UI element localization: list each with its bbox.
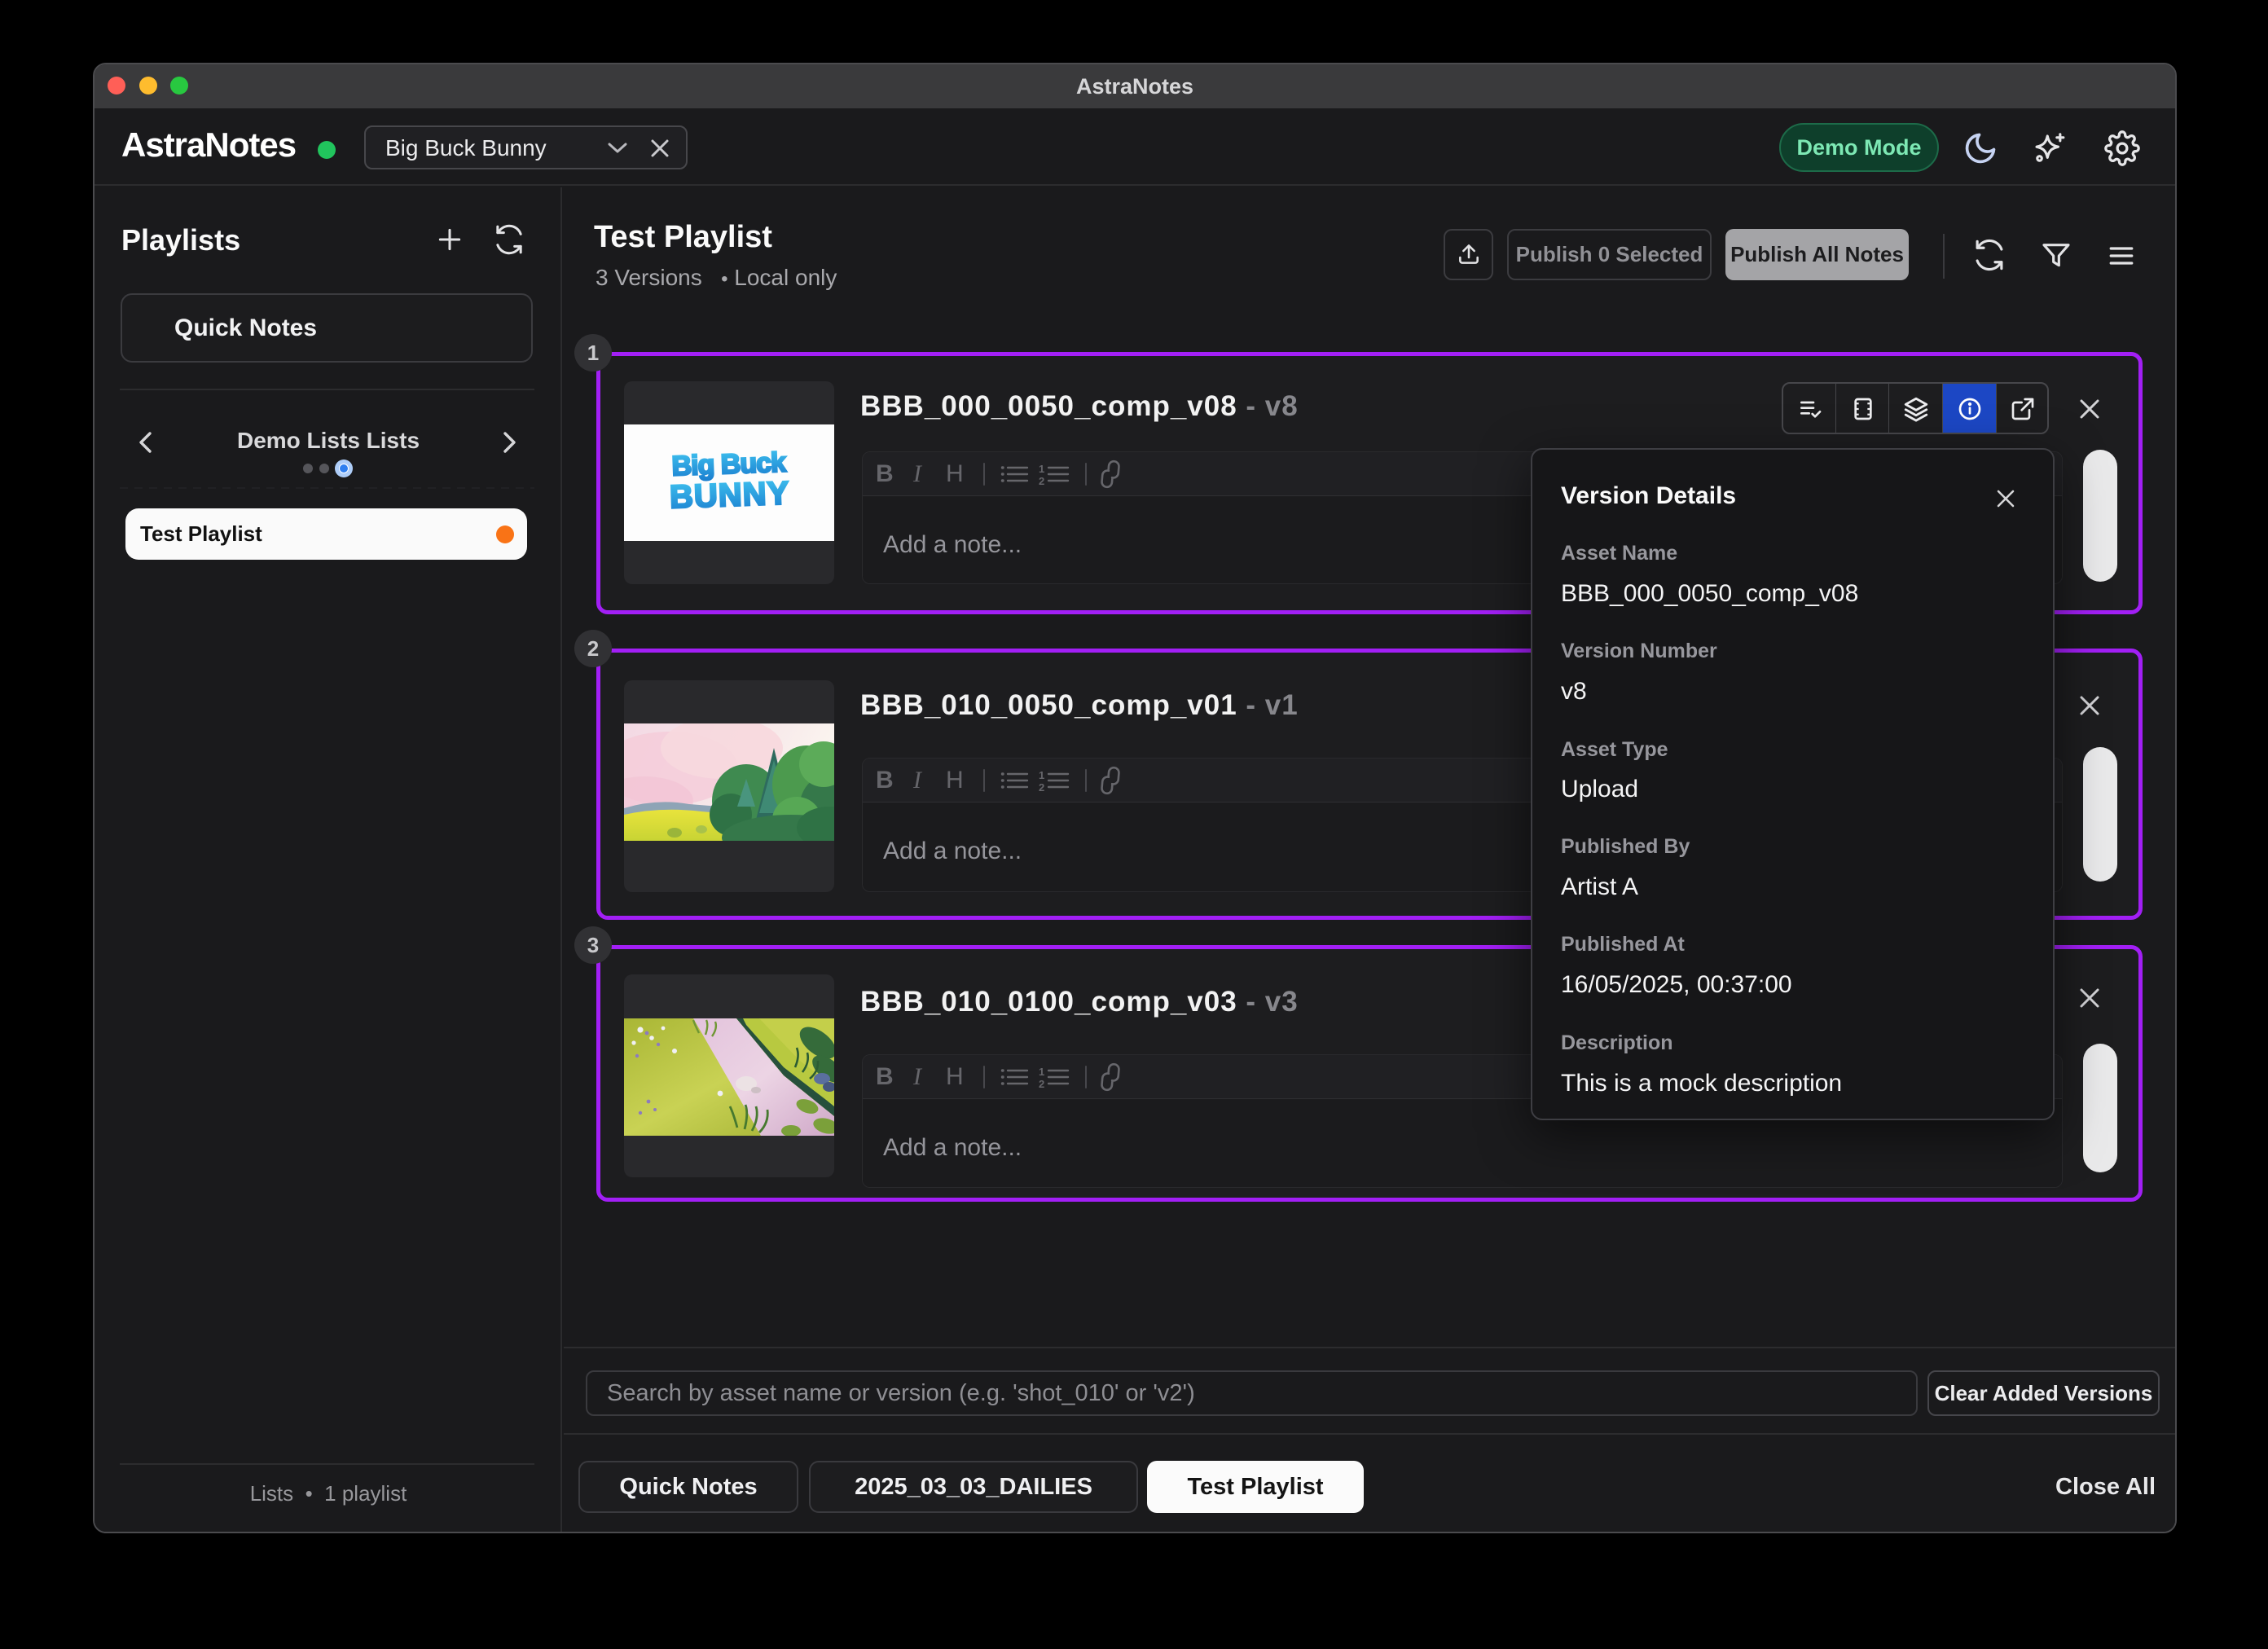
svg-text:BUNNY: BUNNY [669, 475, 790, 515]
svg-text:1: 1 [1039, 769, 1044, 781]
svg-text:1: 1 [1039, 1066, 1044, 1078]
svg-text:B: B [876, 1063, 894, 1090]
svg-text:2: 2 [1039, 781, 1044, 794]
svg-text:I: I [912, 1063, 923, 1090]
svg-text:I: I [912, 767, 923, 794]
svg-text:2: 2 [1039, 475, 1044, 487]
svg-text:B: B [876, 767, 894, 794]
svg-text:1: 1 [1039, 463, 1044, 475]
svg-text:H: H [946, 1063, 964, 1090]
svg-text:2: 2 [1039, 1078, 1044, 1090]
svg-text:H: H [946, 767, 964, 794]
svg-text:B: B [876, 460, 894, 487]
svg-text:H: H [946, 460, 964, 487]
svg-text:I: I [912, 460, 923, 487]
